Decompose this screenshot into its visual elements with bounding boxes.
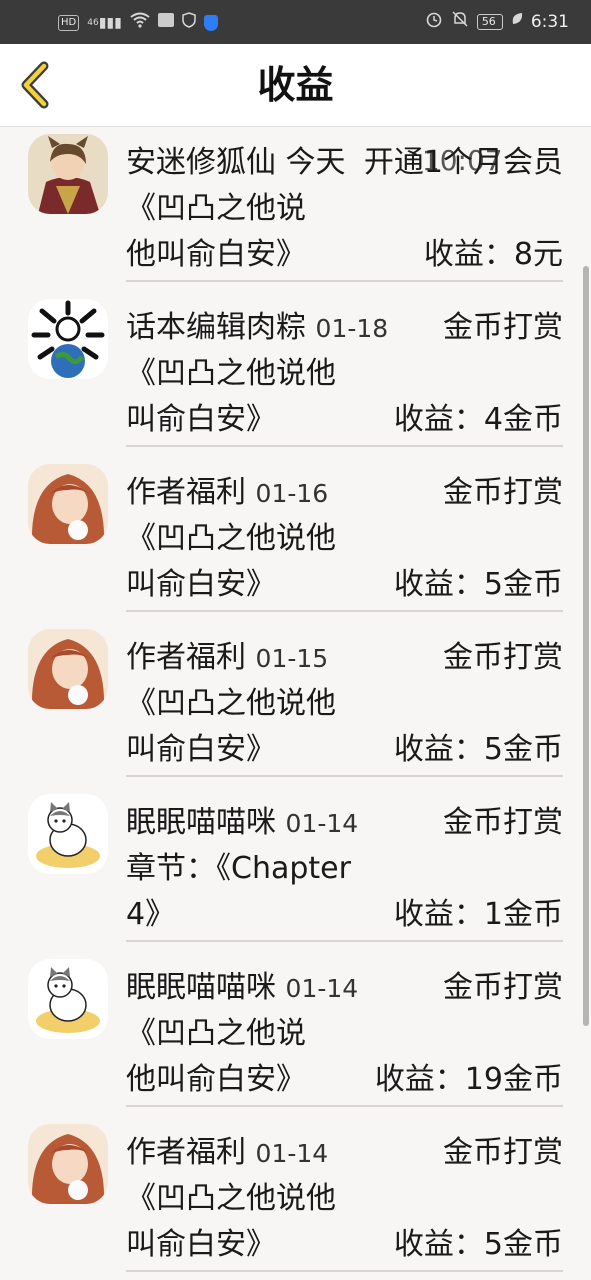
entry-type: 金币打赏 <box>443 1135 563 1170</box>
entry-type: 金币打赏 <box>443 970 563 1005</box>
work-title-line-1: 《凹凸之他说他 <box>126 521 336 556</box>
avatar[interactable] <box>28 959 108 1039</box>
avatar[interactable] <box>28 629 108 709</box>
hd-icon: HD <box>58 15 80 31</box>
avatar[interactable] <box>28 1124 108 1204</box>
avatar[interactable] <box>28 134 108 214</box>
entry-date: 01-14 <box>285 974 359 1003</box>
entry-name-line: 作者福利 01-16 <box>126 472 328 515</box>
entry-type: 金币打赏 <box>443 310 563 345</box>
divider <box>126 940 563 942</box>
entry-name-line: 作者福利 01-15 <box>126 637 328 680</box>
status-bar: HD 46▮▮▮ 56 6:31 <box>0 0 591 44</box>
earnings-amount: 收益：1金币 <box>393 897 563 932</box>
leaf-icon <box>511 12 523 32</box>
entry-name-line: 眠眠喵喵咪 01-14 <box>126 967 358 1010</box>
work-title-line-2: 4》 <box>126 897 176 932</box>
entry-name: 作者福利 <box>126 475 246 510</box>
entry-type: 金币打赏 <box>443 640 563 675</box>
entry-date: 01-14 <box>255 1139 329 1168</box>
work-title-line-1: 《凹凸之他说他 <box>126 1181 336 1216</box>
wifi-icon <box>130 12 150 34</box>
entry-date: 01-18 <box>315 314 389 343</box>
work-title-line-1: 《凹凸之他说 <box>126 191 306 226</box>
work-title-line-1: 《凹凸之他说 <box>126 1016 306 1051</box>
earnings-amount: 收益：5金币 <box>393 1227 563 1262</box>
work-title-line-2: 他叫俞白安》 <box>126 1062 306 1097</box>
signal-icon: 46▮▮▮ <box>87 15 122 31</box>
entry-name-line: 话本编辑肉粽 01-18 <box>126 307 388 350</box>
work-title-line-2: 叫俞白安》 <box>126 567 276 602</box>
work-title-line-2: 叫俞白安》 <box>126 1227 276 1262</box>
work-title-line-1: 《凹凸之他说他 <box>126 356 336 391</box>
entry-date: 01-15 <box>255 644 329 673</box>
list-item[interactable]: 眠眠喵喵咪 01-14 金币打赏 《凹凸之他说 他叫俞白安》 收益：19金币 <box>0 951 591 1116</box>
list-item[interactable]: 眠眠喵喵咪 01-14 金币打赏 章节：《Chapter 4》 收益：1金币 <box>0 786 591 951</box>
heart-shield-icon <box>182 12 196 34</box>
entry-name: 眠眠喵喵咪 <box>126 970 276 1005</box>
battery-indicator: 56 <box>476 14 503 30</box>
entry-name: 作者福利 <box>126 1135 246 1170</box>
work-title-line-2: 他叫俞白安》 <box>126 237 306 272</box>
status-icons-right: 56 6:31 <box>425 10 569 34</box>
alarm-icon <box>425 10 443 34</box>
work-title-line-2: 叫俞白安》 <box>126 732 276 767</box>
avatar[interactable] <box>28 464 108 544</box>
page-title: 收益 <box>257 63 334 107</box>
divider <box>126 445 563 447</box>
entry-name: 作者福利 <box>126 640 246 675</box>
divider <box>126 775 563 777</box>
app-header: 收益 <box>0 44 591 127</box>
earnings-amount: 收益：5金币 <box>393 567 563 602</box>
mute-bell-icon <box>451 10 469 34</box>
list-item[interactable]: 安迷修狐仙 今天 开通1个月会员 10:07 《凹凸之他说 他叫俞白安》 收益：… <box>0 126 591 291</box>
work-title-line-1: 《凹凸之他说他 <box>126 686 336 721</box>
list-item[interactable]: 作者福利 01-14 金币打赏 《凹凸之他说他 叫俞白安》 收益：5金币 <box>0 1116 591 1280</box>
status-icons-left: HD 46▮▮▮ <box>58 12 218 34</box>
earnings-amount: 收益：4金币 <box>393 402 563 437</box>
earnings-amount: 收益：5金币 <box>393 732 563 767</box>
network-type-label: 46 <box>87 18 99 28</box>
list-item[interactable]: 话本编辑肉粽 01-18 金币打赏 《凹凸之他说他 叫俞白安》 收益：4金币 <box>0 291 591 456</box>
earnings-amount: 收益：19金币 <box>374 1062 563 1097</box>
list-item[interactable]: 作者福利 01-15 金币打赏 《凹凸之他说他 叫俞白安》 收益：5金币 <box>0 621 591 786</box>
work-title-line-1: 章节：《Chapter <box>126 851 351 886</box>
entry-type: 金币打赏 <box>443 805 563 840</box>
earnings-amount: 收益：8元 <box>423 237 563 272</box>
entry-type: 开通1个月会员 10:07 <box>364 142 563 184</box>
work-title-line-2: 叫俞白安》 <box>126 402 276 437</box>
entry-date: 01-16 <box>255 479 329 508</box>
entry-date: 01-14 <box>285 809 359 838</box>
avatar[interactable] <box>28 299 108 379</box>
divider <box>126 610 563 612</box>
app-notification-icon <box>157 13 174 33</box>
entry-name-line: 眠眠喵喵咪 01-14 <box>126 802 358 845</box>
scrollbar[interactable] <box>583 266 589 1026</box>
avatar[interactable] <box>28 794 108 874</box>
divider <box>126 1105 563 1107</box>
entry-name: 眠眠喵喵咪 <box>126 805 276 840</box>
entry-name: 话本编辑肉粽 <box>126 310 306 345</box>
divider <box>126 280 563 282</box>
status-time: 6:31 <box>530 12 569 32</box>
list-item[interactable]: 作者福利 01-16 金币打赏 《凹凸之他说他 叫俞白安》 收益：5金币 <box>0 456 591 621</box>
entry-date: 今天 <box>285 145 346 180</box>
entry-name-line: 作者福利 01-14 <box>126 1132 328 1175</box>
entry-type: 金币打赏 <box>443 475 563 510</box>
entry-name-line: 安迷修狐仙 今天 <box>126 142 346 184</box>
security-shield-icon <box>203 15 218 31</box>
entry-time-overlay: 10:07 <box>421 144 503 177</box>
divider <box>126 1270 563 1272</box>
earnings-list[interactable]: 安迷修狐仙 今天 开通1个月会员 10:07 《凹凸之他说 他叫俞白安》 收益：… <box>0 126 591 1280</box>
entry-name: 安迷修狐仙 <box>126 145 276 180</box>
